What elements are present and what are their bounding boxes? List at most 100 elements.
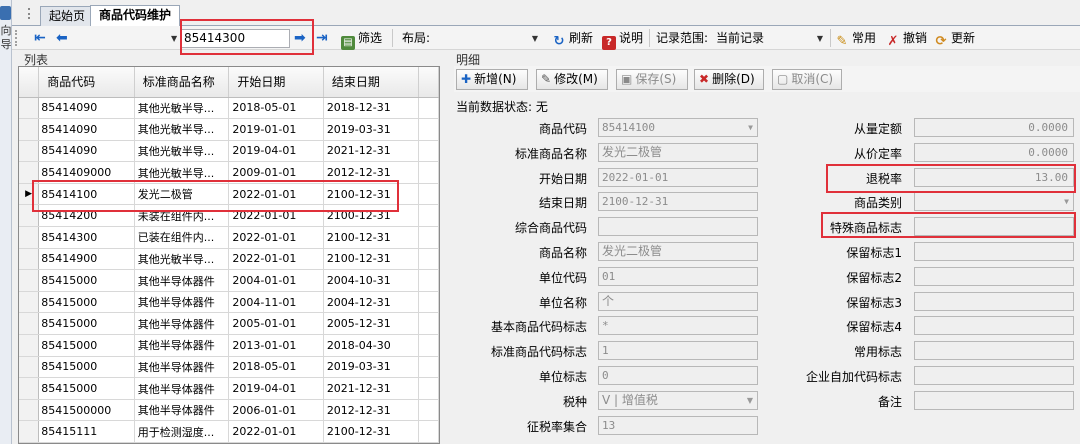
row-pointer-icon[interactable]: ▶ <box>19 183 40 206</box>
table-row[interactable]: 85414900 其他光敏半导... 2022-01-01 2100-12-31 <box>19 248 439 271</box>
field-value[interactable]: 13 <box>598 415 758 435</box>
table-cell: 2100-12-31 <box>323 248 420 271</box>
table-row[interactable]: 85415000 其他半导体器件 2004-01-01 2004-10-31 <box>19 269 439 292</box>
field-value[interactable]: 1 <box>598 341 758 361</box>
field-value[interactable] <box>914 316 1074 336</box>
col-header[interactable]: 商品代码 <box>38 67 135 98</box>
nav-next-icon[interactable]: ➡ <box>294 26 306 50</box>
row-selector[interactable] <box>19 399 40 422</box>
search-input[interactable]: ▼ 85414300 <box>171 29 290 48</box>
table-row[interactable]: 85415000 其他半导体器件 2019-04-01 2021-12-31 <box>19 377 439 400</box>
col-header[interactable]: 开始日期 <box>228 67 324 98</box>
field-value[interactable]: V | 增值税 ▼ <box>598 390 758 410</box>
field-value[interactable]: 发光二极管 <box>598 142 758 162</box>
field-label: 税种 <box>562 394 587 409</box>
table-cell: 2022-01-01 <box>228 183 324 206</box>
tab-home[interactable]: 起始页 <box>40 6 95 27</box>
field-value-text: V | 增值税 <box>602 392 658 407</box>
col-header[interactable]: 标准商品名称 <box>134 67 230 98</box>
range-select[interactable]: 当前记录 ▼ <box>712 29 827 48</box>
field-value[interactable] <box>914 242 1074 261</box>
row-selector[interactable] <box>19 140 40 163</box>
field-value[interactable]: 0 <box>598 366 758 385</box>
field-value[interactable]: 发光二极管 <box>598 242 758 261</box>
table-cell: 其他半导体器件 <box>134 377 230 400</box>
table-row[interactable]: 85414300 已装在组件内... 2022-01-01 2100-12-31 <box>19 226 439 249</box>
row-selector[interactable] <box>19 118 40 141</box>
nav-prev-icon[interactable]: ⬅ <box>56 26 68 50</box>
row-selector[interactable] <box>19 97 40 120</box>
table-row[interactable]: 85414090 其他光敏半导... 2018-05-01 2018-12-31 <box>19 97 439 120</box>
field-value[interactable]: 2022-01-01 <box>598 167 758 187</box>
revoke-button[interactable]: ✗ 撤销 <box>886 26 927 50</box>
goods-list[interactable]: 商品代码 标准商品名称 开始日期 结束日期 85414090 其他光敏半导... 2… <box>18 66 440 444</box>
field-value[interactable]: 个 <box>598 291 758 311</box>
table-cell: 其他光敏半导... <box>134 161 230 184</box>
layout-select[interactable]: ▼ <box>434 29 542 48</box>
row-selector[interactable] <box>19 312 40 336</box>
row-selector[interactable] <box>19 420 40 443</box>
row-selector[interactable] <box>19 334 40 357</box>
nav-first-icon[interactable]: ⇤ <box>34 26 46 50</box>
field-value[interactable]: 13.00 <box>914 167 1074 187</box>
table-cell: 2100-12-31 <box>323 226 420 249</box>
table-row[interactable]: 85415000 其他半导体器件 2004-11-01 2004-12-31 <box>19 291 439 314</box>
field-value[interactable] <box>914 266 1074 286</box>
nav-last-icon[interactable]: ⇥ <box>316 26 328 50</box>
field-value[interactable] <box>914 390 1074 410</box>
update-button[interactable]: ⟳ 更新 <box>934 26 975 50</box>
cancel-button[interactable]: ▢ 取消(C) <box>772 69 842 90</box>
table-row[interactable]: 85415111 用于检测湿度... 2022-01-01 2100-12-31 <box>19 420 439 443</box>
field-value[interactable]: 85414100 ▼ <box>598 118 758 137</box>
filter-button[interactable]: ▤ 筛选 <box>341 26 382 50</box>
field-value[interactable] <box>914 217 1074 237</box>
table-cell: 2004-12-31 <box>323 291 420 314</box>
delete-button[interactable]: ✖ 删除(D) <box>694 69 764 90</box>
field-value[interactable]: 0.0000 <box>914 142 1074 162</box>
add-button[interactable]: ✚ 新增(N) <box>456 69 528 90</box>
field-value[interactable]: * <box>598 316 758 336</box>
tab-goods-code[interactable]: 商品代码维护 <box>90 5 181 26</box>
row-selector[interactable] <box>19 269 40 292</box>
table-row[interactable]: 85415000 其他半导体器件 2018-05-01 2019-03-31 <box>19 356 439 379</box>
save-button[interactable]: ▣ 保存(S) <box>616 69 688 90</box>
row-selector[interactable] <box>19 161 40 184</box>
table-row[interactable]: 85415000 其他半导体器件 2005-01-01 2005-12-31 <box>19 312 439 336</box>
help-button[interactable]: ? 说明 <box>602 26 643 50</box>
row-selector[interactable] <box>19 291 40 314</box>
table-row[interactable]: 85415000 其他半导体器件 2013-01-01 2018-04-30 <box>19 334 439 357</box>
table-row[interactable]: 8541409000 其他光敏半导... 2009-01-01 2012-12-31 <box>19 161 439 184</box>
edit-icon: ✎ <box>541 72 552 86</box>
field-value-text: 0.0000 <box>1028 145 1068 159</box>
table-cell: 8541409000 <box>38 161 135 184</box>
row-selector[interactable] <box>19 248 40 271</box>
toolbar-separator <box>392 29 393 47</box>
table-row[interactable]: 85414090 其他光敏半导... 2019-01-01 2019-03-31 <box>19 118 439 141</box>
field-value[interactable]: 01 <box>598 266 758 286</box>
table-row[interactable]: 8541500000 其他半导体器件 2006-01-01 2012-12-31 <box>19 399 439 422</box>
row-selector[interactable] <box>19 204 40 228</box>
row-selector[interactable] <box>19 377 40 400</box>
row-selector[interactable] <box>19 356 40 379</box>
common-button[interactable]: ✎ 常用 <box>835 26 876 50</box>
field-value[interactable] <box>914 366 1074 385</box>
search-value: 85414300 <box>184 31 246 45</box>
table-row[interactable]: 85414200 未装在组件内... 2022-01-01 2100-12-31 <box>19 204 439 228</box>
edit-button[interactable]: ✎ 修改(M) <box>536 69 608 90</box>
field-value[interactable]: 2100-12-31 <box>598 192 758 212</box>
left-nav-strip[interactable]: 向 导 <box>0 0 12 444</box>
table-row[interactable]: ▶ 85414100 发光二极管 2022-01-01 2100-12-31 <box>19 183 439 206</box>
col-header[interactable]: 结束日期 <box>323 67 420 98</box>
field-value[interactable]: 0.0000 <box>914 118 1074 137</box>
field-value[interactable] <box>598 217 758 237</box>
row-selector[interactable] <box>19 226 40 249</box>
field-value[interactable] <box>914 291 1074 311</box>
table-row[interactable]: 85414090 其他光敏半导... 2019-04-01 2021-12-31 <box>19 140 439 163</box>
field-value[interactable]: ▼ <box>914 192 1074 212</box>
wand-icon: ✎ <box>836 34 848 49</box>
field-value[interactable] <box>914 341 1074 361</box>
nav-strip-char-1: 向 <box>0 24 12 37</box>
refresh-button[interactable]: ↻ 刷新 <box>552 26 593 50</box>
chevron-down-icon: ▼ <box>531 34 538 43</box>
field-label: 从价定率 <box>853 146 902 161</box>
